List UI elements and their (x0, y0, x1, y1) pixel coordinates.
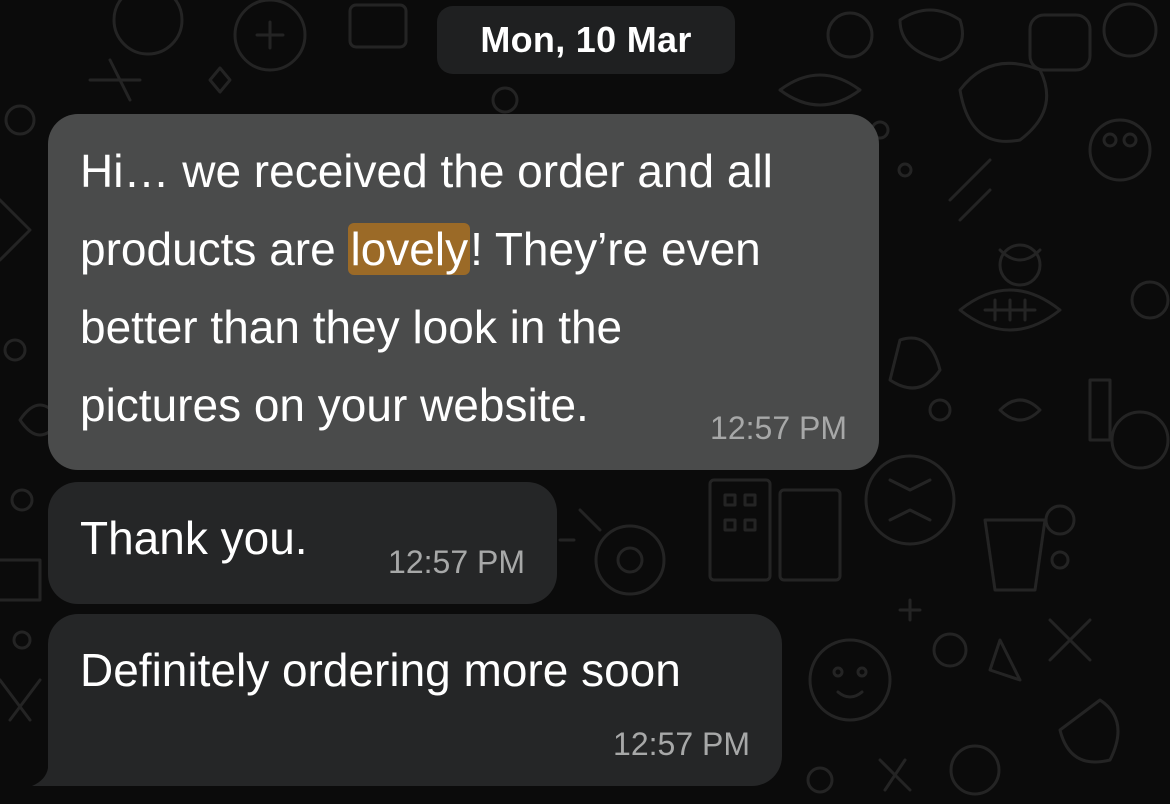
message-text: Definitely ordering more soon (80, 644, 681, 696)
message-timestamp: 12:57 PM (388, 544, 525, 580)
search-highlight: lovely (348, 223, 471, 275)
message-line: better than they look in the (80, 301, 623, 353)
message-bubble-1[interactable]: Hi… we received the order and all product… (48, 114, 879, 470)
message-timestamp: 12:57 PM (710, 410, 847, 446)
date-separator: Mon, 10 Mar (437, 6, 735, 74)
message-timestamp: 12:57 PM (613, 726, 750, 762)
message-line: pictures on your website. (80, 379, 589, 431)
message-text: Thank you. (80, 512, 308, 564)
message-line: products are (80, 223, 349, 275)
message-line: Hi… we received the order and all (80, 145, 773, 197)
message-bubble-3[interactable]: Definitely ordering more soon 12:57 PM (48, 614, 782, 786)
message-bubble-2[interactable]: Thank you. 12:57 PM (48, 482, 557, 604)
message-line: ! They’re even (470, 223, 761, 275)
message-text: Hi… we received the order and all product… (80, 132, 773, 444)
